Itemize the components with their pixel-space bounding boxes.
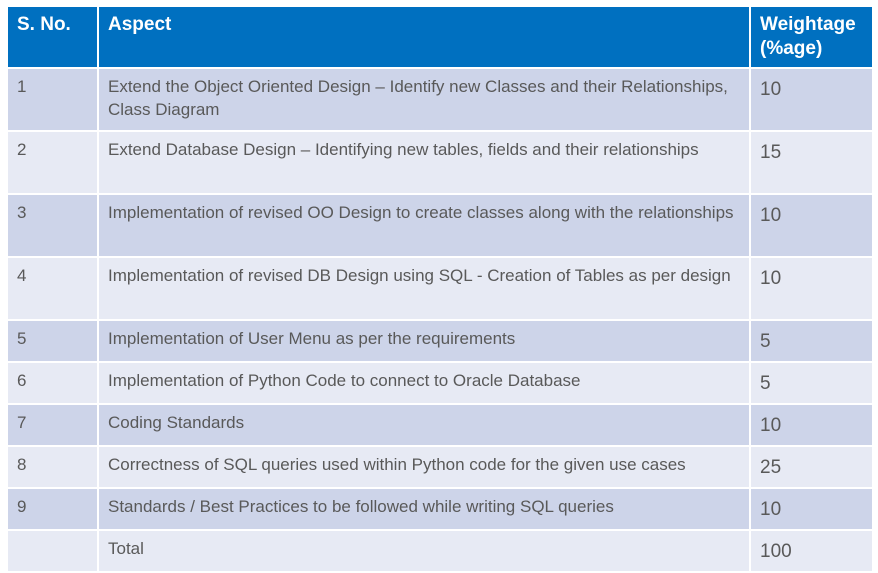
evaluation-table: S. No. Aspect Weightage (%age) 1 Extend t… <box>6 5 874 573</box>
row-aspect: Implementation of User Menu as per the r… <box>97 319 751 363</box>
header-sno: S. No. <box>6 5 99 69</box>
row-weight: 10 <box>749 256 874 321</box>
header-weightage-line1: Weightage <box>760 14 856 35</box>
row-weight: 5 <box>749 361 874 405</box>
row-weight: 10 <box>749 67 874 132</box>
row-sno: 6 <box>6 361 99 405</box>
row-weight: 15 <box>749 130 874 195</box>
header-aspect: Aspect <box>97 5 751 69</box>
row-sno: 5 <box>6 319 99 363</box>
row-weight: 10 <box>749 403 874 447</box>
row-aspect: Extend the Object Oriented Design – Iden… <box>97 67 751 132</box>
row-weight: 5 <box>749 319 874 363</box>
header-weightage-line2: (%age) <box>760 38 823 59</box>
row-aspect: Implementation of revised OO Design to c… <box>97 193 751 258</box>
table-row: 8 Correctness of SQL queries used within… <box>6 445 874 489</box>
table-row: 9 Standards / Best Practices to be follo… <box>6 487 874 531</box>
row-sno: 1 <box>6 67 99 132</box>
table-row: 4 Implementation of revised DB Design us… <box>6 256 874 321</box>
row-sno: 2 <box>6 130 99 195</box>
row-aspect: Standards / Best Practices to be followe… <box>97 487 751 531</box>
table-header-row: S. No. Aspect Weightage (%age) <box>6 5 874 69</box>
evaluation-table-container: S. No. Aspect Weightage (%age) 1 Extend t… <box>6 5 874 573</box>
row-aspect: Correctness of SQL queries used within P… <box>97 445 751 489</box>
row-sno: 8 <box>6 445 99 489</box>
header-weightage: Weightage (%age) <box>749 5 874 69</box>
table-row: 7 Coding Standards 10 <box>6 403 874 447</box>
row-aspect: Coding Standards <box>97 403 751 447</box>
total-label: Total <box>97 529 751 573</box>
table-row: 5 Implementation of User Menu as per the… <box>6 319 874 363</box>
row-sno: 9 <box>6 487 99 531</box>
table-row: 2 Extend Database Design – Identifying n… <box>6 130 874 195</box>
row-sno: 7 <box>6 403 99 447</box>
row-aspect: Implementation of Python Code to connect… <box>97 361 751 405</box>
row-sno: 4 <box>6 256 99 321</box>
table-row: 1 Extend the Object Oriented Design – Id… <box>6 67 874 132</box>
row-weight: 10 <box>749 193 874 258</box>
total-sno <box>6 529 99 573</box>
table-row: 3 Implementation of revised OO Design to… <box>6 193 874 258</box>
row-sno: 3 <box>6 193 99 258</box>
total-row: Total 100 <box>6 529 874 573</box>
table-row: 6 Implementation of Python Code to conne… <box>6 361 874 405</box>
total-weight: 100 <box>749 529 874 573</box>
row-weight: 10 <box>749 487 874 531</box>
row-aspect: Implementation of revised DB Design usin… <box>97 256 751 321</box>
row-aspect: Extend Database Design – Identifying new… <box>97 130 751 195</box>
row-weight: 25 <box>749 445 874 489</box>
